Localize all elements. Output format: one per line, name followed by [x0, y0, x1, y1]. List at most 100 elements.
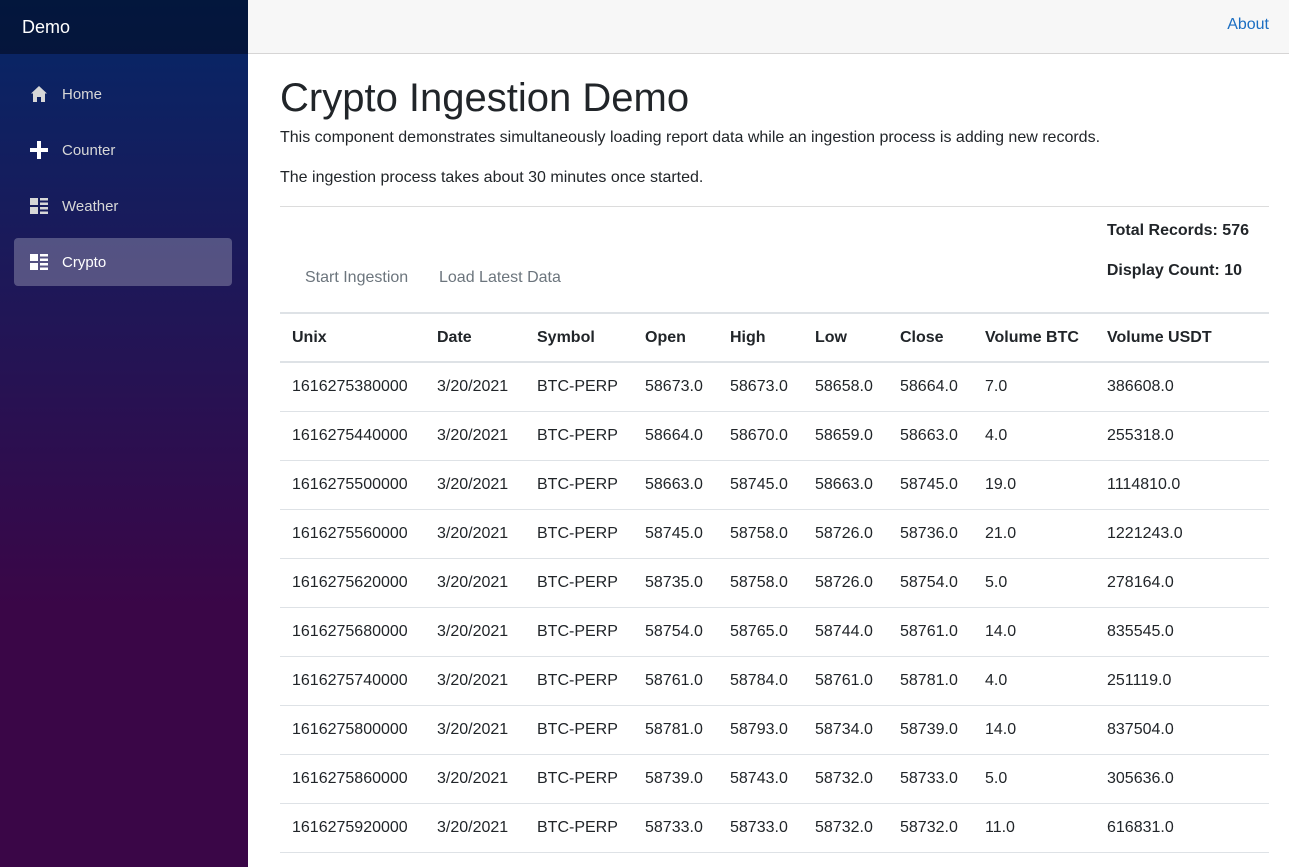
table-cell: 1616275920000: [280, 803, 425, 853]
table-cell: BTC-PERP: [525, 460, 633, 510]
load-latest-data-button[interactable]: Load Latest Data: [439, 269, 561, 287]
table-cell: 58726.0: [803, 558, 888, 608]
table-cell: 58733.0: [633, 803, 718, 853]
home-icon: [29, 84, 49, 104]
table-cell: 58663.0: [633, 460, 718, 510]
table-cell: 58726.0: [803, 509, 888, 559]
table-row: 1616275800000 3/20/2021 BTC-PERP 58781.0 587…: [280, 705, 1269, 755]
start-ingestion-button[interactable]: Start Ingestion: [305, 269, 408, 287]
nav-item-counter[interactable]: Counter: [14, 126, 232, 174]
table-cell: 1114810.0: [1095, 460, 1269, 510]
table-cell: 58761.0: [803, 656, 888, 706]
column-header: Symbol: [525, 313, 633, 363]
table-cell: 1616275680000: [280, 607, 425, 657]
table-row: 1616275620000 3/20/2021 BTC-PERP 58735.0 587…: [280, 558, 1269, 608]
table-cell: 58761.0: [633, 656, 718, 706]
table-cell: 58745.0: [888, 460, 973, 510]
nav-item-home[interactable]: Home: [14, 70, 232, 118]
table-cell: 58733.0: [718, 803, 803, 853]
table-cell: 3/20/2021: [425, 460, 525, 510]
about-link[interactable]: About: [1227, 16, 1269, 34]
table-cell: 58758.0: [718, 509, 803, 559]
table-cell: BTC-PERP: [525, 754, 633, 804]
sidebar: Demo Home Counter Weather Crypto: [0, 0, 248, 867]
table-cell: 58735.0: [633, 558, 718, 608]
table-cell: 1221243.0: [1095, 509, 1269, 559]
brand-title[interactable]: Demo: [0, 0, 248, 54]
nav-label-counter: Counter: [62, 141, 116, 159]
controls-bar: Start Ingestion Load Latest Data Total R…: [280, 207, 1269, 312]
nav-label-crypto: Crypto: [62, 253, 107, 271]
table-cell: 837504.0: [1095, 705, 1269, 755]
table-cell: 1616275560000: [280, 509, 425, 559]
table-cell: 255318.0: [1095, 411, 1269, 461]
column-header: Low: [803, 313, 888, 363]
table-cell: 3/20/2021: [425, 803, 525, 853]
top-bar: About: [248, 0, 1289, 54]
table-cell: 3/20/2021: [425, 362, 525, 412]
table-cell: 58745.0: [718, 460, 803, 510]
table-cell: 4.0: [973, 411, 1095, 461]
column-header: Date: [425, 313, 525, 363]
nav-menu: Home Counter Weather Crypto: [0, 54, 248, 286]
nav-item-crypto[interactable]: Crypto: [14, 238, 232, 286]
table-cell: 3/20/2021: [425, 411, 525, 461]
table-cell: BTC-PERP: [525, 362, 633, 412]
column-header: Volume USDT: [1095, 313, 1269, 363]
table-row: 1616275680000 3/20/2021 BTC-PERP 58754.0 587…: [280, 607, 1269, 657]
table-cell: 58663.0: [803, 460, 888, 510]
table-cell: 58732.0: [888, 803, 973, 853]
table-cell: BTC-PERP: [525, 607, 633, 657]
table-cell: 835545.0: [1095, 607, 1269, 657]
table-cell: 3/20/2021: [425, 558, 525, 608]
table-cell: 58745.0: [633, 509, 718, 559]
table-cell: 3/20/2021: [425, 509, 525, 559]
table-cell: 386608.0: [1095, 362, 1269, 412]
table-cell: 58673.0: [633, 362, 718, 412]
table-cell: BTC-PERP: [525, 411, 633, 461]
table-cell: 58733.0: [888, 754, 973, 804]
total-records-label: Total Records: 576: [1107, 222, 1249, 239]
column-header: Volume BTC: [973, 313, 1095, 363]
table-cell: 58663.0: [888, 411, 973, 461]
table-cell: 58781.0: [888, 656, 973, 706]
table-cell: 3/20/2021: [425, 656, 525, 706]
table-cell: 7.0: [973, 362, 1095, 412]
nav-item-weather[interactable]: Weather: [14, 182, 232, 230]
table-row: 1616275500000 3/20/2021 BTC-PERP 58663.0 587…: [280, 460, 1269, 510]
table-cell: BTC-PERP: [525, 705, 633, 755]
table-cell: BTC-PERP: [525, 558, 633, 608]
column-header: Open: [633, 313, 718, 363]
table-cell: 5.0: [973, 558, 1095, 608]
table-cell: 1616275800000: [280, 705, 425, 755]
table-cell: 616831.0: [1095, 803, 1269, 853]
table-cell: 14.0: [973, 705, 1095, 755]
plus-icon: [29, 140, 49, 160]
table-cell: 58744.0: [803, 607, 888, 657]
table-row: 1616275860000 3/20/2021 BTC-PERP 58739.0 587…: [280, 754, 1269, 804]
list-rich-icon: [29, 196, 49, 216]
table-row: 1616275560000 3/20/2021 BTC-PERP 58745.0 587…: [280, 509, 1269, 559]
table-cell: 58664.0: [888, 362, 973, 412]
table-row: 1616275740000 3/20/2021 BTC-PERP 58761.0 587…: [280, 656, 1269, 706]
table-row: 1616275920000 3/20/2021 BTC-PERP 58733.0 587…: [280, 803, 1269, 853]
table-cell: 58732.0: [803, 803, 888, 853]
table-cell: 19.0: [973, 460, 1095, 510]
table-cell: 3/20/2021: [425, 754, 525, 804]
column-header: High: [718, 313, 803, 363]
main-content: Crypto Ingestion Demo This component dem…: [280, 54, 1269, 853]
table-cell: 5.0: [973, 754, 1095, 804]
table-cell: 1616275380000: [280, 362, 425, 412]
crypto-table: Unix Date Symbol Open High Low Close Vol…: [280, 312, 1269, 853]
table-cell: 14.0: [973, 607, 1095, 657]
table-cell: 58784.0: [718, 656, 803, 706]
table-cell: 58670.0: [718, 411, 803, 461]
column-header: Close: [888, 313, 973, 363]
table-cell: 58761.0: [888, 607, 973, 657]
table-cell: 58739.0: [888, 705, 973, 755]
page-description: This component demonstrates simultaneous…: [280, 129, 1101, 146]
table-cell: 58743.0: [718, 754, 803, 804]
table-row: 1616275440000 3/20/2021 BTC-PERP 58664.0 586…: [280, 411, 1269, 461]
table-cell: 305636.0: [1095, 754, 1269, 804]
nav-label-weather: Weather: [62, 197, 119, 215]
